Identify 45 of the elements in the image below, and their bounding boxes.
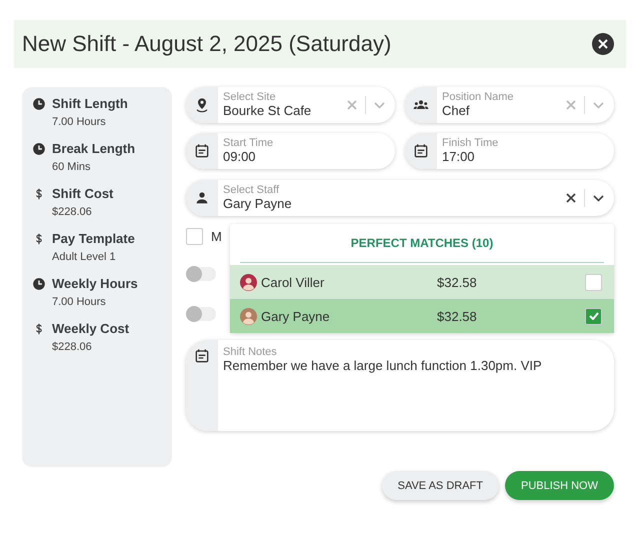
staff-name: Gary Payne — [261, 308, 331, 324]
summary-value: 60 Mins — [52, 160, 92, 175]
avatar-icon — [240, 274, 257, 290]
calendar-icon — [413, 143, 429, 159]
window-title: New Shift - August 2, 2025 (Saturday) — [22, 31, 392, 57]
notes-field[interactable]: Shift Notes Remember we have a large lunch function 1.30pm. VIP — [186, 340, 614, 431]
select-field[interactable]: Select Staff Gary Payne — [186, 180, 614, 216]
input-field[interactable]: Start Time 09:00 — [186, 133, 395, 169]
staff-option[interactable]: Gary Payne $32.58 — [230, 299, 614, 333]
hourly-rate: $32.58 — [437, 308, 478, 324]
clock-icon — [32, 97, 46, 111]
checkbox-label: M — [211, 228, 222, 244]
input-field[interactable]: Finish Time 17:00 — [405, 133, 614, 169]
summary-value: $228.06 — [52, 205, 93, 220]
summary-label: Shift Length — [52, 95, 129, 113]
summary-value: 7.00 Hours — [52, 295, 107, 310]
toggle-switch[interactable] — [186, 267, 216, 281]
summary-value: 7.00 Hours — [52, 115, 107, 130]
summary-value: Adult Level 1 — [52, 250, 117, 265]
checkbox[interactable] — [186, 228, 203, 244]
clock-icon — [32, 142, 46, 156]
calendar-icon — [194, 143, 210, 159]
avatar-icon — [240, 308, 257, 324]
checkbox[interactable] — [585, 308, 602, 324]
summary-label: Pay Template — [52, 230, 136, 248]
staff-option[interactable]: Carol Viller $32.58 — [230, 265, 614, 299]
chevron-down-icon[interactable] — [593, 194, 604, 202]
summary-label: Break Length — [52, 140, 136, 158]
close-icon[interactable] — [592, 33, 614, 55]
toggle-switch[interactable] — [186, 307, 216, 321]
summary-label: Weekly Cost — [52, 320, 130, 338]
summary-label: Shift Cost — [52, 185, 114, 203]
clear-icon[interactable] — [566, 193, 576, 203]
clock-icon — [32, 277, 46, 291]
staff-name: Carol Viller — [261, 274, 326, 290]
person-icon — [194, 190, 210, 206]
hourly-rate: $32.58 — [437, 274, 478, 290]
dropdown-heading: PERFECT MATCHES (10) — [350, 236, 494, 250]
check-icon — [588, 312, 598, 320]
summary-value: $228.06 — [52, 340, 93, 355]
draft-button[interactable]: SAVE AS DRAFT — [382, 471, 499, 500]
summary-label: Weekly Hours — [52, 275, 139, 293]
checkbox[interactable] — [585, 274, 602, 290]
location-pin-icon — [194, 97, 210, 113]
calendar-icon — [194, 348, 210, 364]
